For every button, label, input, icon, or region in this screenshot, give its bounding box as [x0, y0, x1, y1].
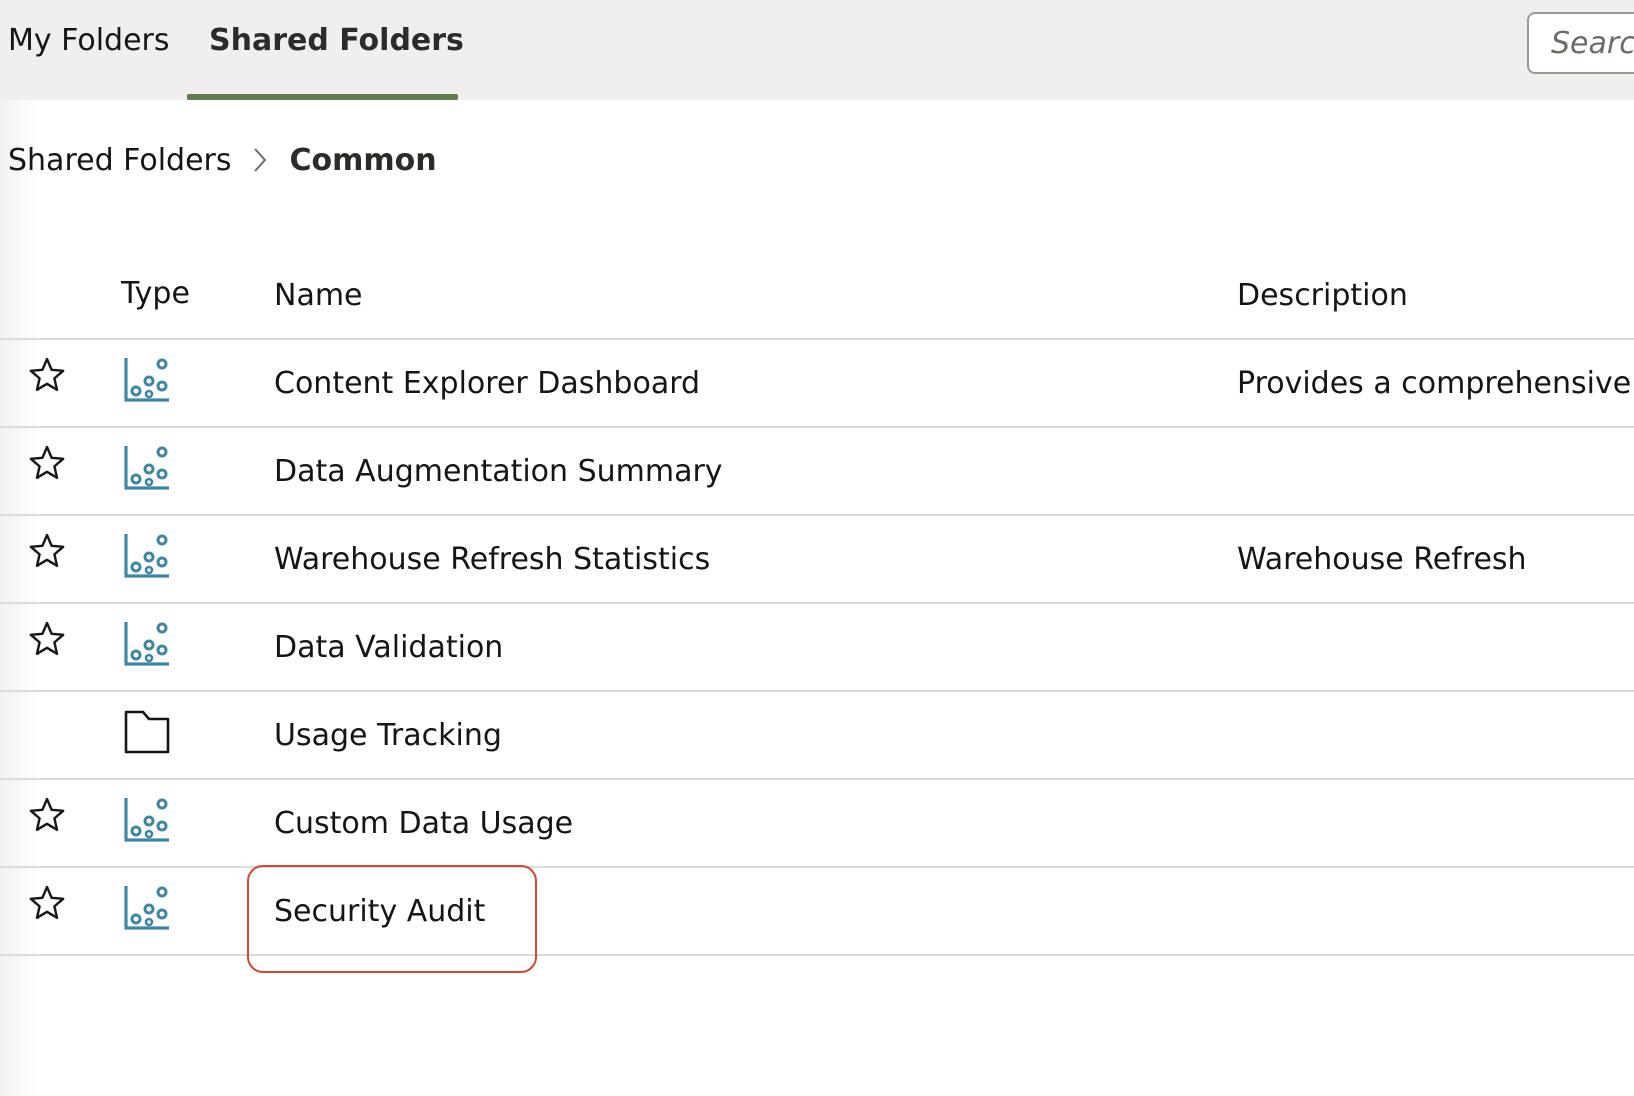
workbook-icon	[123, 532, 171, 580]
tab-my-folders[interactable]: My Folders	[8, 20, 170, 62]
item-name[interactable]: Security Audit	[274, 894, 485, 929]
item-description: Warehouse Refresh	[1237, 542, 1527, 577]
workbook-icon	[123, 444, 171, 492]
favorite-star-icon[interactable]	[28, 356, 66, 394]
table-row[interactable]: Security Audit	[0, 868, 1634, 956]
search-box[interactable]	[1527, 12, 1634, 74]
table-row[interactable]: Warehouse Refresh Statistics Warehouse Re…	[0, 516, 1634, 604]
search-input[interactable]	[1529, 14, 1634, 72]
tab-shared-folders[interactable]: Shared Folders	[209, 20, 464, 62]
catalog-list: Content Explorer Dashboard Provides a com…	[0, 340, 1634, 956]
table-header: Type Name Description	[0, 252, 1634, 340]
item-name[interactable]: Data Validation	[274, 630, 503, 665]
chevron-right-icon	[246, 138, 274, 182]
table-row[interactable]: Content Explorer Dashboard Provides a com…	[0, 340, 1634, 428]
breadcrumb: Shared Folders Common	[8, 138, 437, 182]
breadcrumb-shared-folders[interactable]: Shared Folders	[8, 143, 232, 178]
breadcrumb-common: Common	[289, 142, 437, 178]
workbook-icon	[123, 796, 171, 844]
folder-content: Shared Folders Common Type Name Descript…	[0, 100, 1634, 1096]
favorite-star-icon[interactable]	[28, 884, 66, 922]
workbook-icon	[123, 884, 171, 932]
column-header-description[interactable]: Description	[1237, 278, 1408, 313]
column-header-name[interactable]: Name	[274, 278, 363, 313]
top-tab-bar: My Folders Shared Folders	[0, 0, 1634, 100]
item-description: Provides a comprehensive view	[1237, 366, 1634, 401]
table-row[interactable]: Custom Data Usage	[0, 780, 1634, 868]
favorite-star-icon[interactable]	[28, 796, 66, 834]
column-header-type[interactable]: Type	[121, 276, 190, 311]
item-name[interactable]: Warehouse Refresh Statistics	[274, 542, 710, 577]
item-name[interactable]: Content Explorer Dashboard	[274, 366, 700, 401]
table-row[interactable]: Data Validation	[0, 604, 1634, 692]
item-name[interactable]: Usage Tracking	[274, 718, 502, 753]
workbook-icon	[123, 620, 171, 668]
item-name[interactable]: Data Augmentation Summary	[274, 454, 723, 489]
favorite-star-icon[interactable]	[28, 444, 66, 482]
folder-icon	[123, 708, 171, 756]
favorite-star-icon[interactable]	[28, 532, 66, 570]
workbook-icon	[123, 356, 171, 404]
item-name[interactable]: Custom Data Usage	[274, 806, 573, 841]
table-row[interactable]: Usage Tracking	[0, 692, 1634, 780]
favorite-star-icon[interactable]	[28, 620, 66, 658]
table-row[interactable]: Data Augmentation Summary	[0, 428, 1634, 516]
